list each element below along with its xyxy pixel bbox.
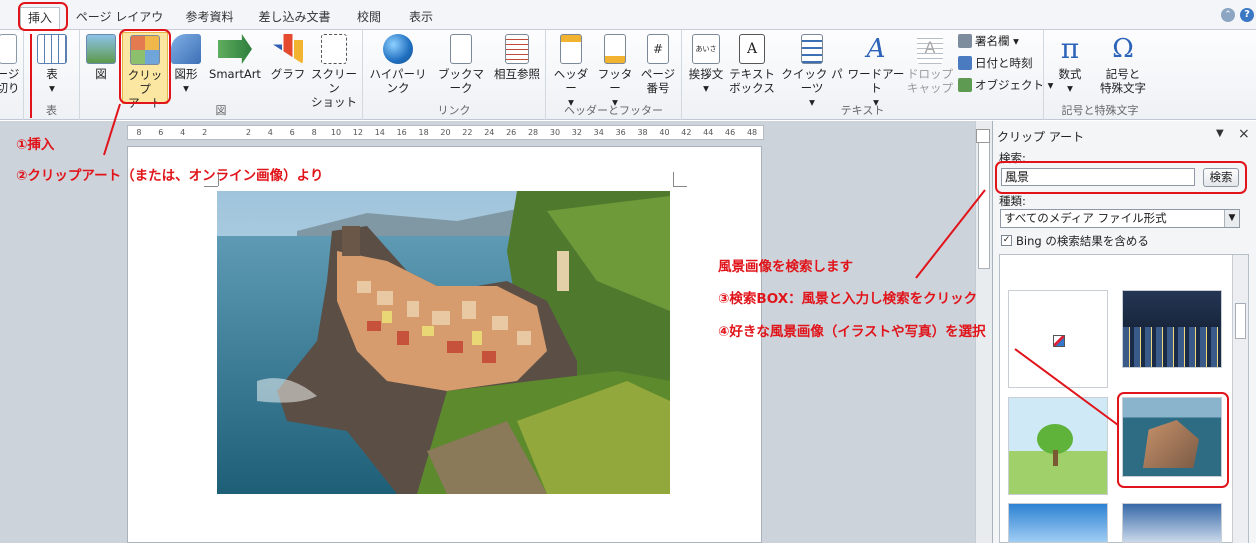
arrow-step2 (103, 103, 121, 156)
annotation-arrows (30, 34, 1119, 426)
annotation-intro: 風景画像を検索します (718, 259, 853, 275)
annotation-step4: ④好きな風景画像（イラストや写真）を選択 (718, 324, 986, 340)
annotation-step1: ①挿入 (16, 137, 55, 153)
arrow-step4 (1014, 348, 1119, 426)
arrow-step3 (915, 189, 986, 279)
annotation-step2: ②クリップアート（または、オンライン画像）より (16, 168, 324, 184)
annotation-step3: ③検索BOX：風景と入力し検索をクリック (718, 291, 978, 307)
